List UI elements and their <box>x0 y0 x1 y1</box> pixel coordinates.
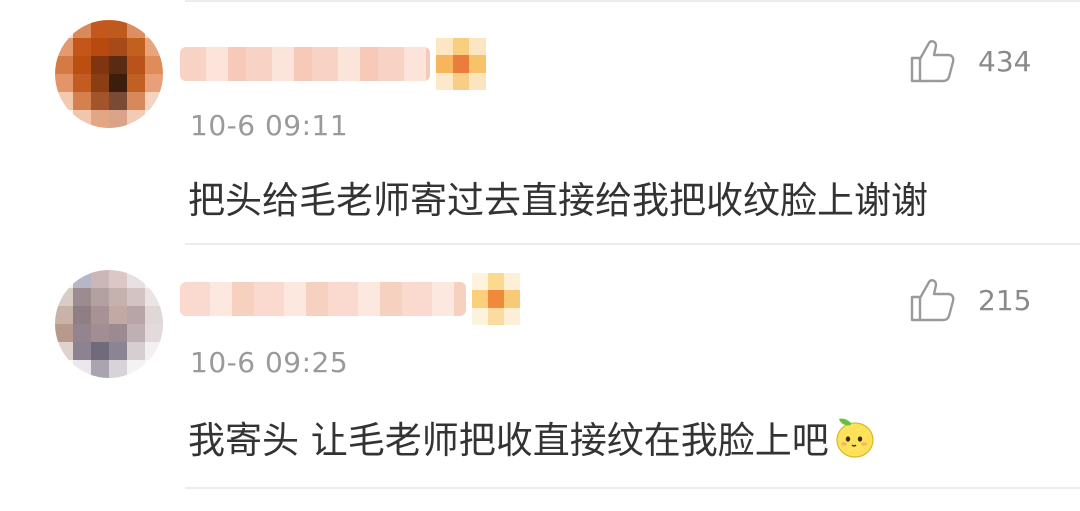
username[interactable] <box>180 38 520 90</box>
thumbs-up-icon[interactable] <box>908 277 956 323</box>
username[interactable] <box>180 273 520 325</box>
comment-text-content: 把头给毛老师寄过去直接给我把收纹脸上谢谢 <box>188 179 928 222</box>
like-button[interactable]: 434 <box>908 38 1031 84</box>
like-count: 434 <box>978 44 1032 78</box>
comment-text-content: 我寄头 让毛老师把收直接纹在我脸上吧 <box>188 419 829 462</box>
like-count: 215 <box>978 283 1032 317</box>
username-blurred <box>180 47 430 81</box>
like-button[interactable]: 215 <box>908 277 1031 323</box>
user-badge-icon <box>436 38 486 90</box>
user-badge-icon <box>472 273 520 325</box>
avatar[interactable] <box>55 20 163 128</box>
comment-text: 我寄头 让毛老师把收直接纹在我脸上吧 <box>188 410 879 464</box>
username-blurred <box>180 282 467 316</box>
avatar[interactable] <box>55 270 163 378</box>
lemon-emoji-icon <box>836 418 874 458</box>
thumbs-up-icon[interactable] <box>908 38 956 84</box>
comment-text: 把头给毛老师寄过去直接给我把收纹脸上谢谢 <box>188 170 928 224</box>
comment-item: 10-6 09:25 我寄头 让毛老师把收直接纹在我脸上吧 215 <box>0 245 1080 489</box>
comment-item: 10-6 09:11 把头给毛老师寄过去直接给我把收纹脸上谢谢 434 <box>0 0 1080 245</box>
bottom-divider <box>185 487 1080 489</box>
comment-time: 10-6 09:11 <box>190 109 349 142</box>
comment-time: 10-6 09:25 <box>190 346 349 379</box>
